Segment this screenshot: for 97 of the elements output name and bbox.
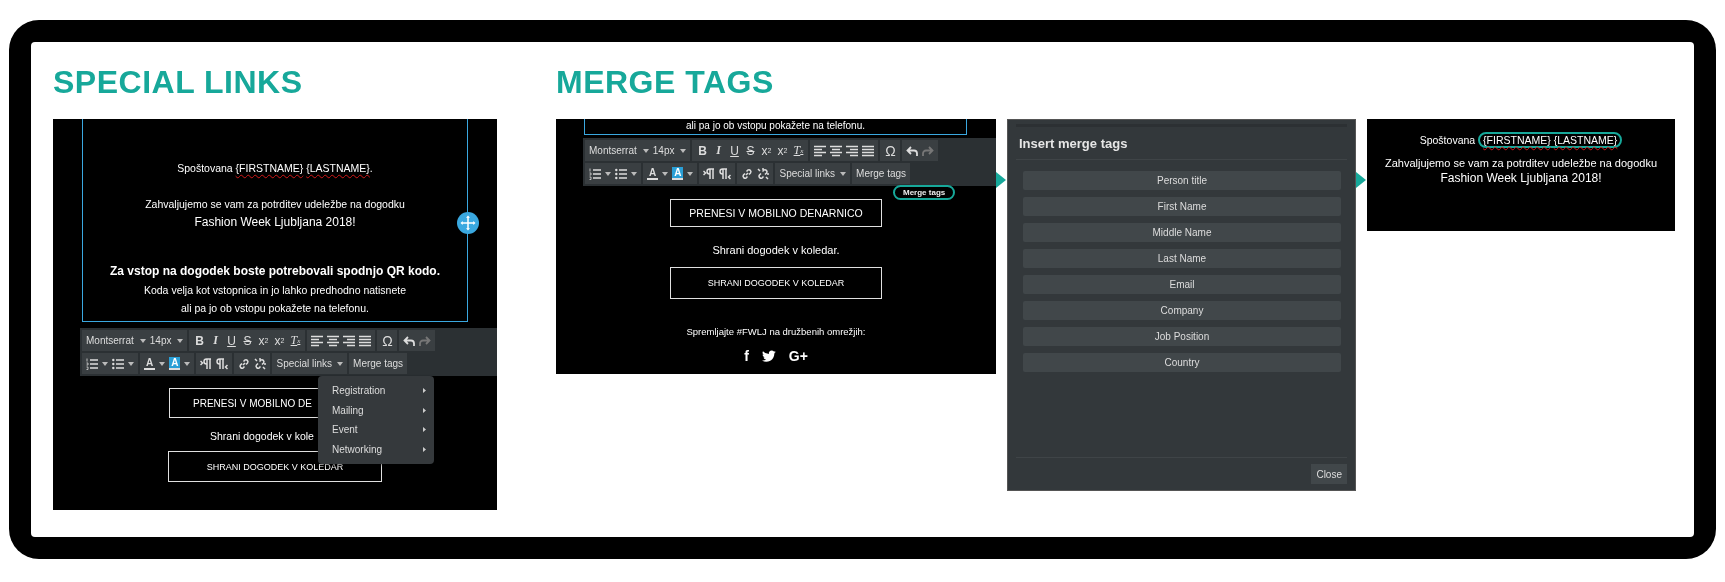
merge-tag-button[interactable]: Job Position: [1023, 327, 1341, 346]
bold-button[interactable]: B: [193, 332, 206, 349]
link-icon[interactable]: [741, 167, 754, 180]
submenu-caret-icon: [423, 407, 426, 413]
special-links-button[interactable]: Special links: [276, 355, 344, 372]
body-text: Zahvaljujemo se vam za potrditev udeležbe na dogodku: [1384, 156, 1658, 170]
align-center-icon[interactable]: [830, 144, 843, 157]
caret-icon[interactable]: [139, 338, 146, 343]
strikethrough-button[interactable]: S: [241, 332, 254, 349]
body-text: ali pa jo ob vstopu pokažete na telefonu.: [181, 301, 369, 316]
caret-icon[interactable]: [687, 171, 694, 176]
unlink-icon[interactable]: [254, 357, 267, 370]
section-heading: MERGE TAGS: [556, 66, 774, 99]
submenu-caret-icon: [423, 388, 426, 394]
menu-item[interactable]: Event: [318, 420, 434, 440]
underline-button[interactable]: U: [728, 142, 741, 159]
merge-tag-button[interactable]: Country: [1023, 353, 1341, 372]
caret-icon[interactable]: [662, 171, 669, 176]
align-left-icon[interactable]: [311, 334, 324, 347]
align-right-icon[interactable]: [846, 144, 859, 157]
text-color-button[interactable]: A: [647, 167, 659, 180]
greeting-text: Spoštovana {FIRSTNAME} {LASTNAME}: [1419, 133, 1623, 147]
paragraph-right-icon[interactable]: [719, 167, 732, 180]
bold-button[interactable]: B: [696, 142, 709, 159]
merge-tags-button[interactable]: Merge tags: [856, 165, 907, 182]
calendar-button[interactable]: SHRANI DOGODEK V KOLEDAR: [670, 267, 882, 299]
font-size-select[interactable]: 14px: [652, 142, 687, 159]
paragraph-right-icon[interactable]: [216, 357, 229, 370]
greeting-text: Spoštovana {FIRSTNAME} {LASTNAME}.: [177, 161, 373, 175]
body-text: Shrani dogodek v koledar.: [712, 244, 840, 257]
body-text: Zahvaljujemo se vam za potrditev udeležbe na dogodku: [145, 197, 405, 212]
undo-icon[interactable]: [906, 144, 919, 157]
special-character-button[interactable]: Ω: [381, 332, 394, 349]
merge-tags-button[interactable]: Merge tags: [353, 355, 404, 372]
merge-tag-button[interactable]: First Name: [1023, 197, 1341, 216]
paragraph-left-icon[interactable]: [200, 357, 213, 370]
link-icon[interactable]: [238, 357, 251, 370]
callout-label: Merge tags: [893, 185, 956, 200]
merge-tag-button[interactable]: Company: [1023, 301, 1341, 320]
paragraph-left-icon[interactable]: [703, 167, 716, 180]
caret-icon[interactable]: [840, 171, 847, 176]
caret-icon[interactable]: [642, 148, 649, 153]
bullet-list-icon[interactable]: [615, 167, 627, 180]
align-center-icon[interactable]: [327, 334, 340, 347]
justify-icon[interactable]: [862, 144, 875, 157]
font-select[interactable]: Montserrat: [589, 142, 649, 159]
dialog-title: Insert merge tags: [1019, 135, 1128, 151]
italic-button[interactable]: I: [209, 332, 222, 349]
superscript-button[interactable]: x$^{2}$: [257, 332, 270, 349]
align-left-icon[interactable]: [814, 144, 827, 157]
italic-button[interactable]: I: [712, 142, 725, 159]
underline-button[interactable]: U: [225, 332, 238, 349]
caret-icon[interactable]: [337, 361, 344, 366]
caret-icon[interactable]: [102, 361, 108, 366]
font-select[interactable]: Montserrat: [86, 332, 146, 349]
social-link[interactable]: G+: [788, 348, 808, 364]
caret-icon[interactable]: [605, 171, 611, 176]
numbered-list-icon[interactable]: [86, 357, 98, 370]
close-button[interactable]: Close: [1311, 464, 1347, 484]
font-size-select[interactable]: 14px: [149, 332, 184, 349]
pointer-triangle-icon: [996, 172, 1006, 188]
event-title-text: Fashion Week Ljubljana 2018!: [194, 214, 356, 231]
bird-icon[interactable]: [761, 350, 776, 362]
caret-icon[interactable]: [177, 338, 184, 343]
body-text: Shrani dogodek v kole: [210, 430, 314, 443]
text-color-button[interactable]: A: [144, 357, 156, 370]
move-handle-icon[interactable]: [457, 212, 479, 234]
pointer-triangle-icon: [1356, 172, 1366, 188]
event-title-text: Fashion Week Ljubljana 2018!: [1440, 170, 1602, 186]
social-text: Spremljajte #FWLJ na družbenih omrežjih:: [686, 326, 866, 338]
social-link[interactable]: f: [744, 348, 749, 364]
body-text: Koda velja kot vstopnica in jo lahko predhodno natisnete: [143, 283, 407, 298]
caret-icon[interactable]: [159, 361, 166, 366]
caret-icon[interactable]: [680, 148, 687, 153]
notice-text: Za vstop na dogodek boste potrebovali spodnjo QR kodo.: [110, 263, 440, 280]
submenu-caret-icon: [423, 427, 426, 433]
merge-tag-button[interactable]: Middle Name: [1023, 223, 1341, 242]
undo-icon[interactable]: [403, 334, 416, 347]
body-text: ali pa jo ob vstopu pokažete na telefonu.: [686, 119, 865, 133]
caret-icon[interactable]: [128, 361, 134, 366]
section-heading: SPECIAL LINKS: [53, 66, 303, 99]
bullet-list-icon[interactable]: [112, 357, 124, 370]
caret-icon[interactable]: [631, 171, 637, 176]
unlink-icon[interactable]: [757, 167, 770, 180]
special-links-button[interactable]: Special links: [779, 165, 847, 182]
strikethrough-button[interactable]: S: [744, 142, 757, 159]
align-right-icon[interactable]: [343, 334, 356, 347]
justify-icon[interactable]: [359, 334, 372, 347]
merge-tag-button[interactable]: Person title: [1023, 171, 1341, 190]
wallet-button[interactable]: PRENESI V MOBILNO DENARNICO: [670, 199, 882, 227]
special-character-button[interactable]: Ω: [884, 142, 897, 159]
caret-icon[interactable]: [184, 361, 191, 366]
merge-tag-button[interactable]: Email: [1023, 275, 1341, 294]
submenu-caret-icon: [423, 446, 426, 452]
superscript-button[interactable]: x$^{2}$: [760, 142, 773, 159]
numbered-list-icon[interactable]: [589, 167, 601, 180]
merge-tag-button[interactable]: Last Name: [1023, 249, 1341, 268]
